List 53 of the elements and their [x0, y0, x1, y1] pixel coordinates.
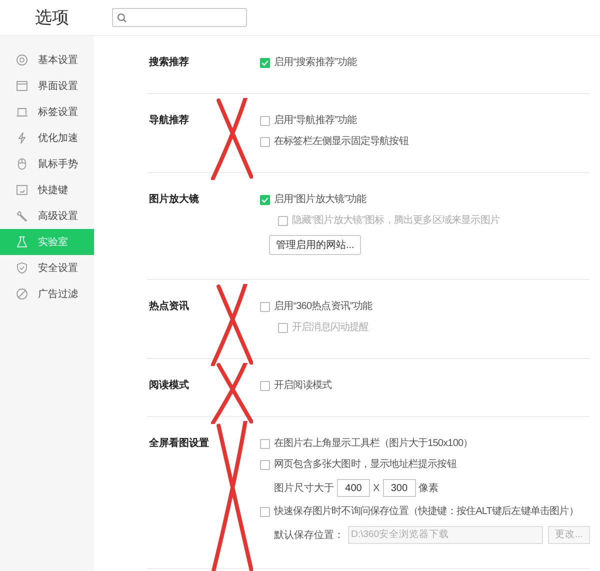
target-icon — [16, 54, 28, 66]
section-title: 热点资讯 — [149, 300, 190, 314]
checkbox[interactable] — [260, 460, 270, 470]
option-label: 启用“导航推荐”功能 — [274, 114, 357, 128]
size-label: 图片尺寸大于 — [274, 482, 334, 496]
checkbox[interactable] — [260, 136, 270, 146]
window-icon — [16, 80, 28, 92]
path-label: 默认保存位置： — [274, 528, 344, 542]
search-icon — [117, 12, 127, 22]
block-icon — [16, 288, 28, 300]
checkbox[interactable] — [260, 116, 270, 126]
sidebar-item[interactable]: 优化加速 — [0, 125, 94, 151]
shield-icon — [16, 262, 28, 274]
checkbox[interactable] — [260, 194, 270, 204]
checkbox[interactable] — [260, 438, 270, 448]
option-label: 启用“搜索推荐”功能 — [274, 56, 357, 70]
flask-icon — [16, 236, 28, 248]
section-title: 图片放大镜 — [149, 192, 200, 207]
sidebar-item[interactable]: 广告过滤 — [0, 281, 94, 307]
checkbox[interactable] — [260, 302, 270, 312]
number-field[interactable]: 300 — [382, 479, 416, 497]
option-label: 开启消息闪动提醒 — [292, 320, 369, 335]
checkbox[interactable] — [260, 380, 270, 390]
option-label: 启用“图片放大镜”功能 — [274, 192, 366, 207]
sidebar-item[interactable]: 界面设置 — [0, 73, 94, 99]
section-title: 导航推荐 — [149, 113, 190, 128]
lightning-icon — [16, 132, 28, 144]
option-label: 隐藏“图片放大镜”图标，腾出更多区域来显示图片 — [292, 214, 500, 228]
sidebar-item[interactable]: 安全设置 — [0, 255, 94, 281]
option-label: 网页包含多张大图时，显示地址栏提示按钮 — [274, 458, 456, 472]
option-label: 快速保存图片时不询问保存位置（快捷键：按住ALT键后左键单击图片） — [274, 504, 578, 519]
option-label: 开启阅读模式 — [274, 378, 332, 393]
sidebar-item[interactable]: 高级设置 — [0, 203, 94, 229]
option-label: 启用“360热点资讯”功能 — [274, 300, 372, 314]
checkbox[interactable] — [260, 58, 270, 68]
number-field[interactable]: 400 — [337, 479, 370, 497]
wrench-icon — [16, 210, 28, 222]
section-title: 搜索推荐 — [149, 56, 190, 70]
section-title: 阅读模式 — [149, 378, 190, 393]
section-title: 全屏看图设置 — [149, 436, 210, 451]
search-field[interactable] — [112, 8, 247, 27]
mouse-icon — [16, 158, 28, 170]
unit-label: 像素 — [418, 482, 439, 496]
sidebar-item[interactable]: 快捷键 — [0, 177, 94, 203]
separator-label: X — [373, 482, 380, 496]
checkbox[interactable] — [260, 506, 270, 516]
manage-button[interactable]: 管理启用的网站... — [269, 235, 362, 255]
sidebar-item[interactable]: 鼠标手势 — [0, 151, 94, 177]
sidebar-item[interactable]: 基本设置 — [0, 47, 94, 73]
window-title: 选项 — [35, 8, 69, 26]
option-label: 在图片右上角显示工具栏（图片大于150x100） — [274, 436, 473, 451]
sidebar-item[interactable]: 标签设置 — [0, 99, 94, 125]
option-label: 在标签栏左侧显示固定导航按钮 — [274, 134, 408, 149]
